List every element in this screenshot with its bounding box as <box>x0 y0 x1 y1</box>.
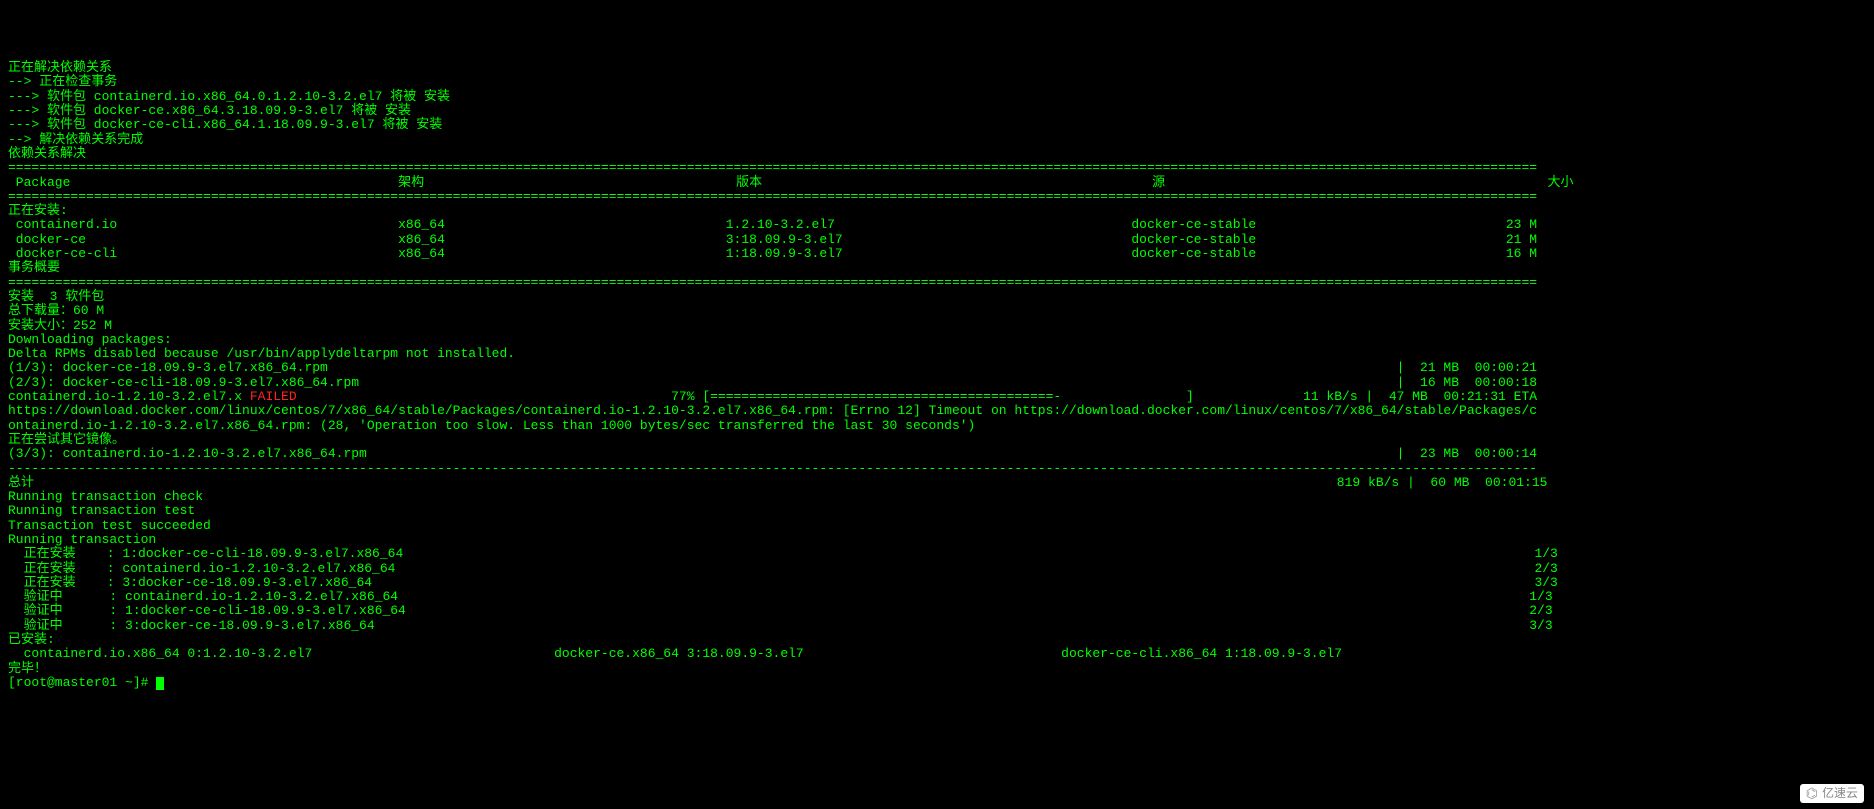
terminal-line: 验证中 : 3:docker-ce-18.09.9-3.el7.x86_64 3… <box>8 619 1866 633</box>
watermark-badge: ⌬ 亿速云 <box>1800 784 1864 803</box>
terminal-line: --> 正在检查事务 <box>8 75 1866 89</box>
terminal-line: 正在解决依赖关系 <box>8 61 1866 75</box>
terminal-line: 已安装: <box>8 633 1866 647</box>
terminal-line: Package 架构 版本 源 大小 <box>8 176 1866 190</box>
terminal-line: ontainerd.io-1.2.10-3.2.el7.x86_64.rpm: … <box>8 419 1866 433</box>
terminal-line: ---> 软件包 docker-ce.x86_64.3.18.09.9-3.el… <box>8 104 1866 118</box>
terminal-line: (2/3): docker-ce-cli-18.09.9-3.el7.x86_6… <box>8 376 1866 390</box>
terminal-line: 完毕！ <box>8 662 1866 676</box>
cursor[interactable] <box>156 677 164 690</box>
terminal-line: ========================================… <box>8 161 1866 175</box>
terminal-line: Transaction test succeeded <box>8 519 1866 533</box>
terminal-line: [root@master01 ~]# <box>8 676 1866 690</box>
failed-label: FAILED <box>250 389 297 404</box>
terminal-line: --> 解决依赖关系完成 <box>8 133 1866 147</box>
terminal-line: 正在安装 : 1:docker-ce-cli-18.09.9-3.el7.x86… <box>8 547 1866 561</box>
terminal-line: containerd.io.x86_64 0:1.2.10-3.2.el7 do… <box>8 647 1866 661</box>
terminal-line: ---> 软件包 docker-ce-cli.x86_64.1.18.09.9-… <box>8 118 1866 132</box>
terminal-line: 正在安装 : containerd.io-1.2.10-3.2.el7.x86_… <box>8 562 1866 576</box>
terminal-line: 正在尝试其它镜像。 <box>8 433 1866 447</box>
terminal-line: containerd.io-1.2.10-3.2.el7.x FAILED 77… <box>8 390 1866 404</box>
terminal-line: 验证中 : 1:docker-ce-cli-18.09.9-3.el7.x86_… <box>8 604 1866 618</box>
terminal-line: docker-ce-cli x86_64 1:18.09.9-3.el7 doc… <box>8 247 1866 261</box>
terminal-line: 正在安装: <box>8 204 1866 218</box>
watermark-text: 亿速云 <box>1822 787 1858 800</box>
terminal-line: (1/3): docker-ce-18.09.9-3.el7.x86_64.rp… <box>8 361 1866 375</box>
terminal-line: 安装 3 软件包 <box>8 290 1866 304</box>
terminal-line: https://download.docker.com/linux/centos… <box>8 404 1866 418</box>
terminal-line: 事务概要 <box>8 261 1866 275</box>
terminal-line: Running transaction check <box>8 490 1866 504</box>
terminal-line: Running transaction test <box>8 504 1866 518</box>
terminal-line: 总计 819 kB/s | 60 MB 00:01:15 <box>8 476 1866 490</box>
terminal-line: Running transaction <box>8 533 1866 547</box>
terminal-line: ---> 软件包 containerd.io.x86_64.0.1.2.10-3… <box>8 90 1866 104</box>
terminal-line: 总下载量：60 M <box>8 304 1866 318</box>
terminal-line: Downloading packages: <box>8 333 1866 347</box>
terminal-line: ----------------------------------------… <box>8 462 1866 476</box>
terminal-output: 正在解决依赖关系--> 正在检查事务---> 软件包 containerd.io… <box>8 61 1866 690</box>
terminal-line: 依赖关系解决 <box>8 147 1866 161</box>
terminal-line: (3/3): containerd.io-1.2.10-3.2.el7.x86_… <box>8 447 1866 461</box>
terminal-line: ========================================… <box>8 190 1866 204</box>
terminal-line: ========================================… <box>8 276 1866 290</box>
terminal-line: Delta RPMs disabled because /usr/bin/app… <box>8 347 1866 361</box>
terminal-line: containerd.io x86_64 1.2.10-3.2.el7 dock… <box>8 218 1866 232</box>
terminal-line: docker-ce x86_64 3:18.09.9-3.el7 docker-… <box>8 233 1866 247</box>
terminal-line: 安装大小：252 M <box>8 319 1866 333</box>
shell-prompt: [root@master01 ~]# <box>8 675 156 690</box>
watermark-icon: ⌬ <box>1806 786 1818 801</box>
